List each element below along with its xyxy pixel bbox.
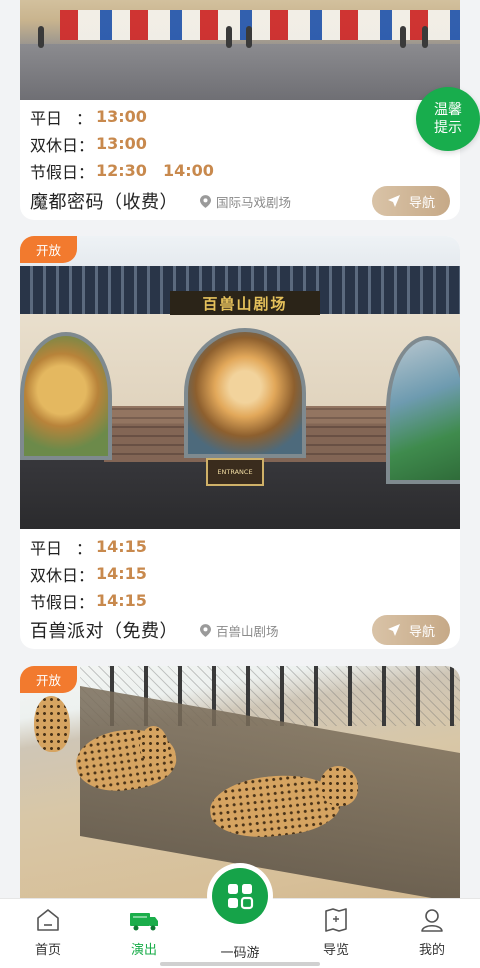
show-title-row: 百兽派对（免费） 百兽山剧场 导航 [30,614,450,646]
venue-label: 百兽山剧场 [200,621,279,640]
show-card-modu-mima[interactable]: 平日： 13:00 双休日： 13:00 节假日： 12:30 14:00 魔都… [20,0,460,220]
plaza-ground [20,44,460,100]
schedule-list: 平日： 13:00 双休日： 13:00 节假日： 12:30 14:00 [30,103,230,184]
show-title: 百兽派对（免费） [30,621,178,642]
entrance-sign: ENTRANCE [206,458,264,486]
show-time: 14:15 [96,591,147,610]
show-time: 12:30 [96,161,147,180]
warm-tip-button[interactable]: 温馨 提示 [416,87,480,151]
schedule-row-weekend: 双休日： 14:15 [30,564,147,585]
visitor-figure [38,26,44,48]
schedule-row-weekday: 平日： 13:00 [30,107,147,128]
visitor-figure [246,26,252,48]
show-card-baishou-paidui[interactable]: 开放 百兽山剧场 ENTRANCE 平日： 14:15 双休日： 14:15 节… [20,236,460,649]
show-truck-icon [129,907,159,933]
send-arrow-icon [387,624,400,636]
home-icon [35,907,61,933]
open-status-badge: 开放 [20,236,77,263]
cheetah-head [320,766,358,806]
show-time: 14:15 [96,564,147,583]
show-photo-theater: 百兽山剧场 ENTRANCE [20,236,460,529]
tab-shows[interactable]: 演出 [104,899,184,968]
send-arrow-icon [387,195,400,207]
tiger-mural [184,328,306,458]
cheetah-head [140,726,168,764]
tab-home[interactable]: 首页 [8,899,88,968]
scan-tour-button[interactable] [207,863,273,929]
navigate-button[interactable]: 导航 [372,615,450,645]
show-time: 13:00 [96,107,147,126]
cheetah-mural [20,332,112,460]
location-pin-icon [200,194,211,208]
user-icon [419,907,445,933]
scan-tour-label: 一码游 [220,946,260,961]
location-pin-icon [200,623,211,637]
show-title-row: 魔都密码（收费） 国际马戏剧场 导航 [30,185,450,217]
schedule-row-weekday: 平日： 14:15 [30,537,147,558]
visitor-figure [400,26,406,48]
open-status-badge: 开放 [20,666,77,693]
map-guide-icon [323,907,349,933]
schedule-list: 平日： 14:15 双休日： 14:15 节假日： 14:15 [30,533,163,614]
home-indicator [160,962,320,966]
show-time: 14:15 [96,537,147,556]
tab-mine[interactable]: 我的 [392,899,472,968]
navigate-button[interactable]: 导航 [372,186,450,216]
show-photo-circus [20,0,460,100]
visitor-figure [422,26,428,48]
cheetah [34,696,70,752]
schedule-row-holiday: 节假日： 14:15 [30,591,147,612]
show-title: 魔都密码（收费） [30,192,178,213]
schedule-row-holiday: 节假日： 12:30 14:00 [30,161,214,182]
visitor-figure [226,26,232,48]
forest-mural [386,336,460,484]
theater-sign: 百兽山剧场 [170,291,320,315]
tab-guide[interactable]: 导览 [296,899,376,968]
schedule-row-weekend: 双休日： 13:00 [30,134,147,155]
show-time: 14:00 [162,161,214,180]
show-time: 13:00 [96,134,147,153]
apps-grid-icon [228,884,254,910]
venue-label: 国际马戏剧场 [200,192,291,211]
